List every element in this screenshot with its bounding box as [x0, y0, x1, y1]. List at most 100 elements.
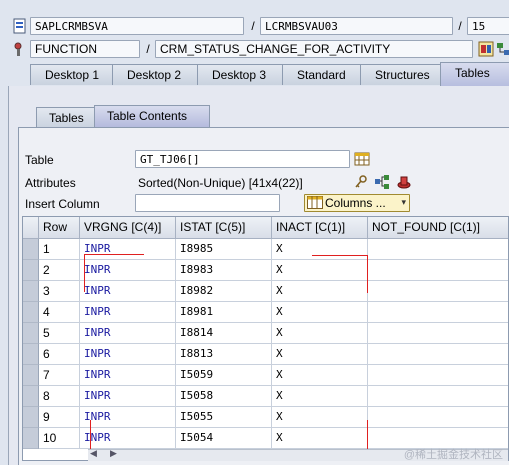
- attributes-value: Sorted(Non-Unique) [41x4(22)]: [138, 176, 303, 190]
- istat-cell[interactable]: I8983: [176, 260, 272, 281]
- row-number-cell[interactable]: 9: [39, 407, 80, 428]
- tab-standard[interactable]: Standard: [282, 64, 362, 85]
- row-selector[interactable]: [23, 239, 39, 260]
- row-number-cell[interactable]: 8: [39, 386, 80, 407]
- row-selector[interactable]: [23, 302, 39, 323]
- table-view-icon[interactable]: [354, 151, 370, 167]
- vrgng-cell[interactable]: INPR: [80, 260, 176, 281]
- tab-desktop-1[interactable]: Desktop 1: [30, 64, 116, 85]
- delete-icon[interactable]: [396, 174, 412, 190]
- structure-icon[interactable]: [478, 41, 494, 57]
- subtab-tables[interactable]: Tables: [36, 107, 96, 128]
- inact-cell[interactable]: X: [272, 386, 368, 407]
- row-selector[interactable]: [23, 323, 39, 344]
- inact-cell[interactable]: X: [272, 281, 368, 302]
- scroll-right-icon[interactable]: ▶: [110, 448, 117, 459]
- vrgng-cell[interactable]: INPR: [80, 386, 176, 407]
- inact-cell[interactable]: X: [272, 428, 368, 449]
- table-name-input[interactable]: GT_TJ06[]: [135, 150, 350, 168]
- not-found-cell[interactable]: [368, 281, 508, 302]
- not-found-cell[interactable]: [368, 386, 508, 407]
- table-row[interactable]: 5 INPR I8814 X: [23, 323, 508, 344]
- vrgng-cell[interactable]: INPR: [80, 365, 176, 386]
- table-row[interactable]: 9 INPR I5055 X: [23, 407, 508, 428]
- istat-cell[interactable]: I5054: [176, 428, 272, 449]
- scroll-left-icon[interactable]: ◀: [90, 448, 97, 459]
- row-number-cell[interactable]: 5: [39, 323, 80, 344]
- row-selector[interactable]: [23, 386, 39, 407]
- row-number-cell[interactable]: 6: [39, 344, 80, 365]
- not-found-cell[interactable]: [368, 302, 508, 323]
- not-found-cell[interactable]: [368, 344, 508, 365]
- tab-desktop-3[interactable]: Desktop 3: [197, 64, 283, 85]
- row-number-cell[interactable]: 10: [39, 428, 80, 449]
- table-row[interactable]: 1 INPR I8985 X: [23, 239, 508, 260]
- istat-cell[interactable]: I5059: [176, 365, 272, 386]
- row-selector[interactable]: [23, 428, 39, 449]
- istat-cell[interactable]: I8981: [176, 302, 272, 323]
- row-selector[interactable]: [23, 365, 39, 386]
- row-number-cell[interactable]: 7: [39, 365, 80, 386]
- table-row[interactable]: 2 INPR I8983 X: [23, 260, 508, 281]
- vrgng-cell[interactable]: INPR: [80, 428, 176, 449]
- key-icon[interactable]: [353, 174, 369, 190]
- table-row[interactable]: 4 INPR I8981 X: [23, 302, 508, 323]
- column-header-vrgng[interactable]: VRGNG [C(4)]: [80, 217, 176, 239]
- table-row[interactable]: 7 INPR I5059 X: [23, 365, 508, 386]
- select-all-cell[interactable]: [23, 217, 39, 239]
- column-header-istat[interactable]: ISTAT [C(5)]: [176, 217, 272, 239]
- istat-cell[interactable]: I5055: [176, 407, 272, 428]
- inact-cell[interactable]: X: [272, 407, 368, 428]
- istat-cell[interactable]: I8814: [176, 323, 272, 344]
- row-number-cell[interactable]: 4: [39, 302, 80, 323]
- main-tabstrip: Desktop 1 Desktop 2 Desktop 3 Standard S…: [0, 62, 509, 86]
- column-header-inact[interactable]: INACT [C(1)]: [272, 217, 368, 239]
- vrgng-cell[interactable]: INPR: [80, 239, 176, 260]
- subtab-table-contents[interactable]: Table Contents: [94, 105, 210, 128]
- row-selector[interactable]: [23, 407, 39, 428]
- include-field[interactable]: LCRMBSVAU03: [260, 17, 453, 35]
- program-field[interactable]: SAPLCRMBSVA: [30, 17, 244, 35]
- vrgng-cell[interactable]: INPR: [80, 344, 176, 365]
- row-number-cell[interactable]: 1: [39, 239, 80, 260]
- inact-cell[interactable]: X: [272, 344, 368, 365]
- vrgng-cell[interactable]: INPR: [80, 407, 176, 428]
- not-found-cell[interactable]: [368, 239, 508, 260]
- inact-cell[interactable]: X: [272, 365, 368, 386]
- inact-cell[interactable]: X: [272, 260, 368, 281]
- inact-cell[interactable]: X: [272, 302, 368, 323]
- row-number-cell[interactable]: 2: [39, 260, 80, 281]
- column-header-not-found[interactable]: NOT_FOUND [C(1)]: [368, 217, 508, 239]
- function-name-field[interactable]: CRM_STATUS_CHANGE_FOR_ACTIVITY: [155, 40, 473, 58]
- row-number-cell[interactable]: 3: [39, 281, 80, 302]
- tab-structures[interactable]: Structures: [360, 64, 442, 85]
- not-found-cell[interactable]: [368, 323, 508, 344]
- tree-icon[interactable]: [496, 41, 509, 57]
- insert-column-input[interactable]: [135, 194, 280, 212]
- istat-cell[interactable]: I8982: [176, 281, 272, 302]
- function-type-field[interactable]: FUNCTION: [30, 40, 140, 58]
- tab-tables[interactable]: Tables: [440, 62, 509, 86]
- row-selector[interactable]: [23, 281, 39, 302]
- vrgng-cell[interactable]: INPR: [80, 302, 176, 323]
- columns-button[interactable]: Columns ... ▾: [304, 194, 410, 212]
- not-found-cell[interactable]: [368, 260, 508, 281]
- istat-cell[interactable]: I8985: [176, 239, 272, 260]
- row-selector[interactable]: [23, 344, 39, 365]
- inact-cell[interactable]: X: [272, 239, 368, 260]
- hierarchy-icon[interactable]: [374, 174, 390, 190]
- vrgng-cell[interactable]: INPR: [80, 281, 176, 302]
- istat-cell[interactable]: I5058: [176, 386, 272, 407]
- table-row[interactable]: 8 INPR I5058 X: [23, 386, 508, 407]
- table-row[interactable]: 3 INPR I8982 X: [23, 281, 508, 302]
- tab-desktop-2[interactable]: Desktop 2: [112, 64, 198, 85]
- not-found-cell[interactable]: [368, 365, 508, 386]
- row-selector[interactable]: [23, 260, 39, 281]
- vrgng-cell[interactable]: INPR: [80, 323, 176, 344]
- inact-cell[interactable]: X: [272, 323, 368, 344]
- istat-cell[interactable]: I8813: [176, 344, 272, 365]
- column-header-row[interactable]: Row: [39, 217, 80, 239]
- line-number-field[interactable]: 15: [467, 17, 509, 35]
- table-row[interactable]: 6 INPR I8813 X: [23, 344, 508, 365]
- not-found-cell[interactable]: [368, 407, 508, 428]
